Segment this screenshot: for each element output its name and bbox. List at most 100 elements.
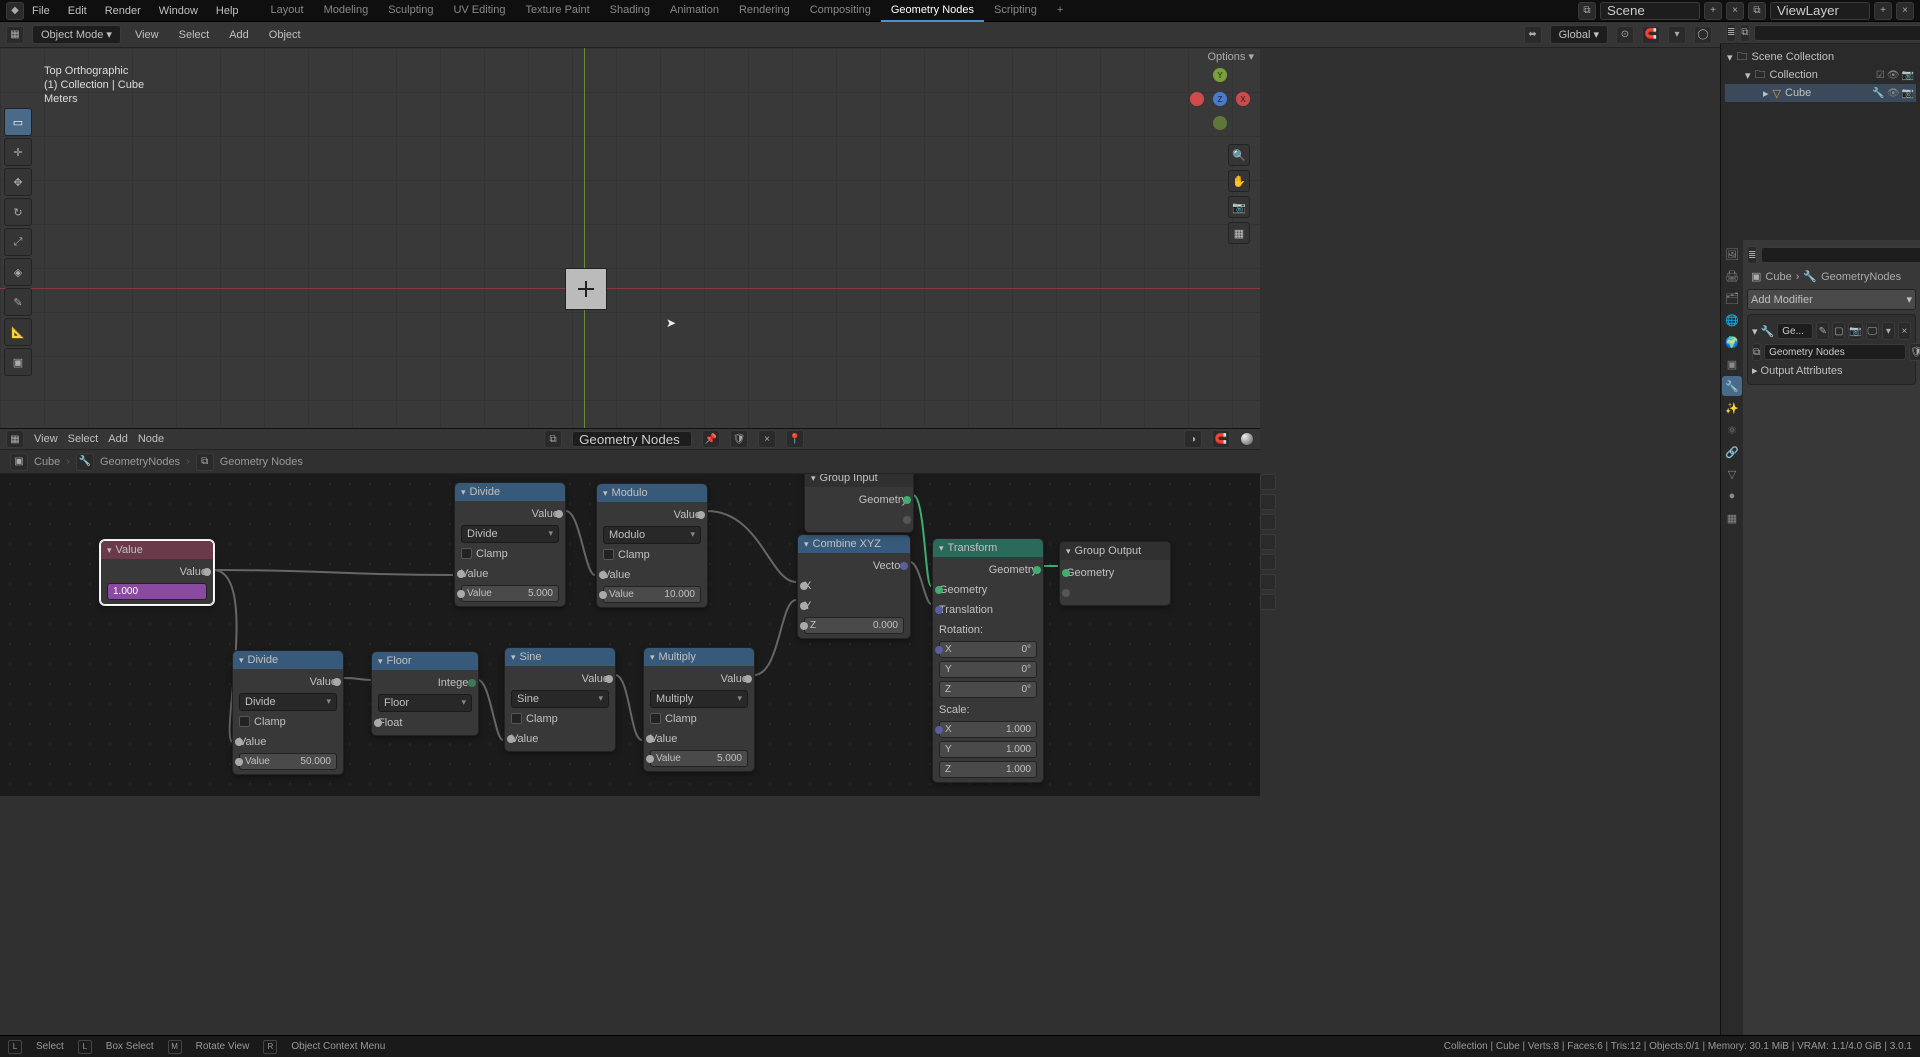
tab-viewlayer[interactable]: 🗂: [1722, 288, 1742, 308]
pan-icon[interactable]: ✋: [1228, 170, 1250, 192]
sidebar-tab-6[interactable]: [1260, 574, 1276, 590]
vp-menu-add[interactable]: Add: [223, 27, 255, 43]
node-combine-xyz[interactable]: ▾Combine XYZ Vector X Y Z0.000: [797, 534, 911, 639]
sidebar-tab-2[interactable]: [1260, 494, 1276, 510]
z-field[interactable]: Z0.000: [804, 617, 904, 634]
mod-render-icon[interactable]: 📷: [1848, 322, 1862, 340]
operation-select[interactable]: Modulo: [603, 526, 701, 544]
nodegroup-fake-icon[interactable]: 🛡: [1909, 343, 1920, 361]
clamp-checkbox[interactable]: [511, 713, 522, 724]
tab-mesh[interactable]: ▽: [1722, 464, 1742, 484]
tab-particles[interactable]: ✨: [1722, 398, 1742, 418]
sidebar-tab-1[interactable]: [1260, 474, 1276, 490]
scene-name-input[interactable]: [1600, 2, 1700, 20]
tab-sculpting[interactable]: Sculpting: [378, 0, 443, 22]
node-group-output[interactable]: ▾Group Output Geometry: [1059, 541, 1171, 606]
tab-modeling[interactable]: Modeling: [314, 0, 379, 22]
new-scene-icon[interactable]: +: [1704, 2, 1722, 20]
tool-transform[interactable]: ◈: [4, 258, 32, 286]
tab-object[interactable]: ▣: [1722, 354, 1742, 374]
gizmo-neg-y-icon[interactable]: [1213, 116, 1227, 130]
add-workspace-button[interactable]: +: [1047, 0, 1073, 22]
viewlayer-name-input[interactable]: [1770, 2, 1870, 20]
hide-icon[interactable]: 👁: [1887, 88, 1900, 99]
value-field[interactable]: Value50.000: [239, 753, 337, 770]
clamp-checkbox[interactable]: [461, 548, 472, 559]
unlink-icon[interactable]: ×: [758, 430, 776, 448]
mod-display-icon[interactable]: ▢: [1832, 322, 1845, 340]
tree-scene-collection[interactable]: ▾🗀Scene Collection: [1725, 48, 1916, 66]
tab-layout[interactable]: Layout: [261, 0, 314, 22]
tab-animation[interactable]: Animation: [660, 0, 729, 22]
rot-x-field[interactable]: X0°: [939, 641, 1037, 658]
node-group-input[interactable]: ▾Group Input Geometry: [804, 474, 914, 533]
gn-menu-add[interactable]: Add: [108, 433, 128, 445]
tab-world[interactable]: 🌍: [1722, 332, 1742, 352]
tool-select-box[interactable]: ▭: [4, 108, 32, 136]
gizmo-x-icon[interactable]: X: [1236, 92, 1250, 106]
tool-scale[interactable]: ⤢: [4, 228, 32, 256]
snap-type-icon[interactable]: ▾: [1668, 26, 1686, 44]
sidebar-tab-7[interactable]: [1260, 594, 1276, 610]
node-pin-icon[interactable]: 📍: [786, 430, 804, 448]
mod-edit-icon[interactable]: ✎: [1816, 322, 1829, 340]
operation-select[interactable]: Divide: [461, 525, 559, 543]
output-attributes-panel[interactable]: ▸Output Attributes: [1752, 364, 1911, 377]
gn-menu-select[interactable]: Select: [68, 433, 99, 445]
clamp-checkbox[interactable]: [603, 549, 614, 560]
prop-type-icon[interactable]: ≣: [1747, 246, 1757, 264]
tab-physics[interactable]: ⚛: [1722, 420, 1742, 440]
gn-preview-icon[interactable]: [1240, 432, 1254, 446]
viewlayer-browse-icon[interactable]: ⧉: [1748, 2, 1766, 20]
menu-help[interactable]: Help: [208, 2, 247, 20]
outliner-search[interactable]: [1754, 25, 1920, 41]
tab-material[interactable]: ●: [1722, 486, 1742, 506]
tab-shading[interactable]: Shading: [600, 0, 660, 22]
sidebar-tab-4[interactable]: [1260, 534, 1276, 550]
value-field[interactable]: 1.000: [107, 583, 207, 600]
rot-z-field[interactable]: Z0°: [939, 681, 1037, 698]
menu-render[interactable]: Render: [97, 2, 149, 20]
value-field[interactable]: Value5.000: [650, 750, 748, 767]
delete-scene-icon[interactable]: ×: [1726, 2, 1744, 20]
tool-rotate[interactable]: ↻: [4, 198, 32, 226]
modifier-name-input[interactable]: [1777, 323, 1813, 339]
sidebar-tab-5[interactable]: [1260, 554, 1276, 570]
new-viewlayer-icon[interactable]: +: [1874, 2, 1892, 20]
disable-icon[interactable]: 📷: [1902, 88, 1914, 99]
crumb-obj[interactable]: Cube: [34, 456, 60, 468]
tab-constraints[interactable]: 🔗: [1722, 442, 1742, 462]
crumb-tree[interactable]: Geometry Nodes: [220, 456, 303, 468]
tab-render[interactable]: 🖼: [1722, 244, 1742, 264]
tree-collection[interactable]: ▾🗀Collection ☑👁📷: [1725, 66, 1916, 84]
exclude-icon[interactable]: ☑: [1876, 70, 1885, 81]
menu-edit[interactable]: Edit: [60, 2, 95, 20]
tool-annotate[interactable]: ✎: [4, 288, 32, 316]
operation-select[interactable]: Multiply: [650, 690, 748, 708]
node-floor[interactable]: ▾Floor Integer Floor Float: [371, 651, 479, 736]
value-field[interactable]: Value5.000: [461, 585, 559, 602]
tool-move[interactable]: ✥: [4, 168, 32, 196]
tool-measure[interactable]: 📐: [4, 318, 32, 346]
editor-type-icon[interactable]: ▦: [6, 26, 24, 44]
mod-delete-icon[interactable]: ×: [1898, 322, 1911, 340]
pivot-icon[interactable]: ⊙: [1616, 26, 1634, 44]
node-editor-canvas[interactable]: ▾Value Value 1.000 ▾Divide Value Divide …: [0, 474, 1260, 796]
mode-select[interactable]: Object Mode ▾: [32, 25, 121, 44]
node-transform[interactable]: ▾Transform Geometry Geometry Translation…: [932, 538, 1044, 783]
orientation-select[interactable]: Global ▾: [1550, 25, 1608, 44]
nodegroup-name-input[interactable]: [1764, 344, 1906, 360]
vp-menu-object[interactable]: Object: [263, 27, 307, 43]
tab-output[interactable]: 🖨: [1722, 266, 1742, 286]
navigation-gizmo[interactable]: Y Z X: [1190, 68, 1250, 138]
scene-browse-icon[interactable]: ⧉: [1578, 2, 1596, 20]
scale-y-field[interactable]: Y1.000: [939, 741, 1037, 758]
editor-type-gn-icon[interactable]: ▦: [6, 430, 24, 448]
node-multiply[interactable]: ▾Multiply Value Multiply Clamp Value Val…: [643, 647, 755, 772]
proportional-icon[interactable]: ◯: [1694, 26, 1712, 44]
viewport-options-button[interactable]: Options ▾: [1208, 50, 1255, 63]
outliner-display-icon[interactable]: ⧉: [1740, 24, 1749, 42]
tool-add-cube[interactable]: ▣: [4, 348, 32, 376]
nodegroup-browse-icon[interactable]: ⧉: [1752, 343, 1761, 361]
node-tree-browse-icon[interactable]: ⧉: [544, 430, 562, 448]
